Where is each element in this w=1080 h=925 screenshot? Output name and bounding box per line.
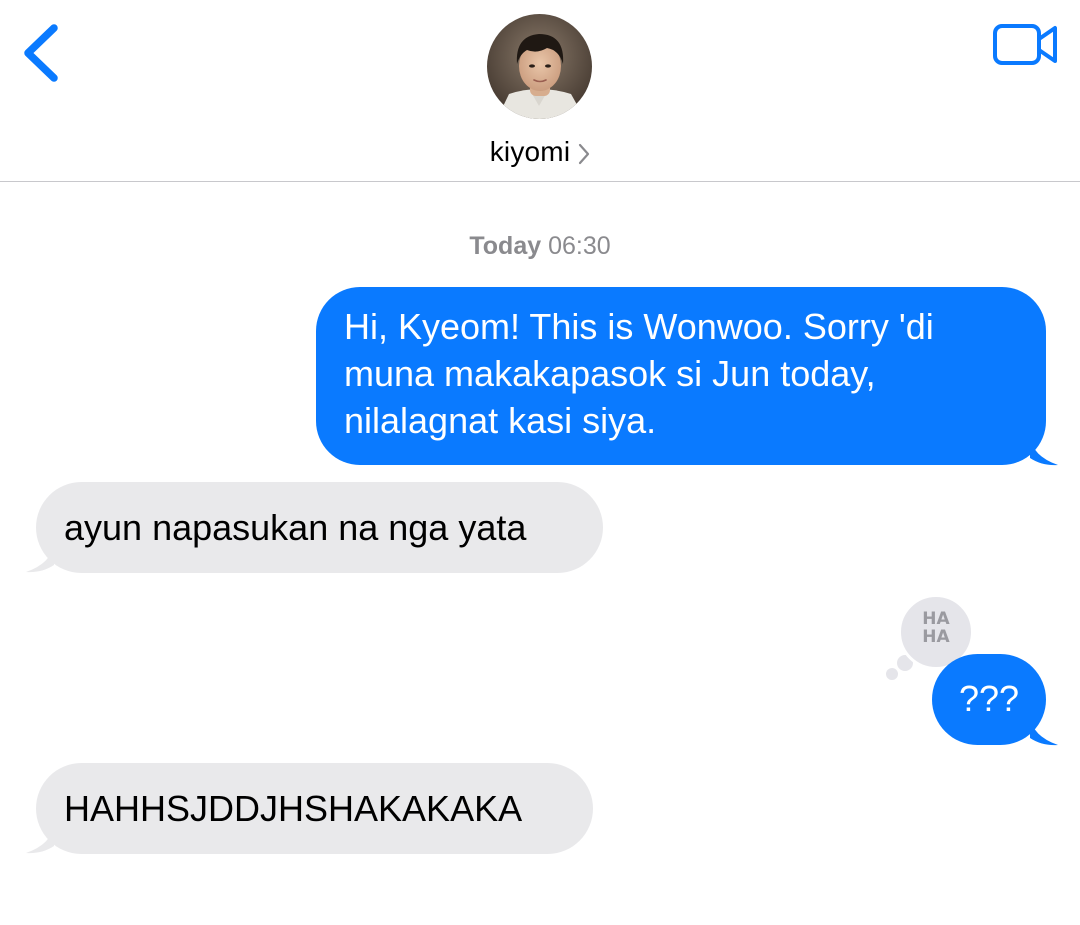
sent-message-bubble[interactable]: ??? <box>932 654 1046 745</box>
haha-label-line1: HA <box>922 609 950 629</box>
contact-details-link[interactable]: kiyomi <box>0 132 1080 172</box>
bubble-tail <box>26 543 54 573</box>
received-message-bubble[interactable]: ayun napasukan na nga yata <box>36 482 603 573</box>
message-text: ayun napasukan na nga yata <box>64 507 527 548</box>
messages-screen: kiyomi Today 06:30 Hi, Kyeom! This is Wo… <box>0 0 1080 925</box>
video-camera-icon <box>993 24 1057 65</box>
bubble-tail <box>1030 716 1058 746</box>
timestamp-day: Today <box>469 232 542 260</box>
conversation-header: kiyomi <box>0 0 1080 182</box>
bubble-tail <box>26 824 54 854</box>
message-text: Hi, Kyeom! This is Wonwoo. Sorry 'di mun… <box>344 306 944 441</box>
haha-label-line2: HA <box>922 627 950 647</box>
bubble-tail <box>1030 436 1058 466</box>
chevron-right-icon <box>579 143 590 164</box>
sent-message-bubble[interactable]: Hi, Kyeom! This is Wonwoo. Sorry 'di mun… <box>316 287 1046 465</box>
haha-icon: HA HA <box>898 610 974 646</box>
received-message-bubble[interactable]: HAHHSJDDJHSHAKAKAKA <box>36 763 593 854</box>
video-call-button[interactable] <box>992 22 1060 68</box>
back-button[interactable] <box>18 22 62 84</box>
timestamp-time: 06:30 <box>548 232 611 260</box>
message-timestamp: Today 06:30 <box>0 232 1080 261</box>
contact-name: kiyomi <box>489 136 571 167</box>
chevron-left-icon <box>24 24 58 82</box>
contact-avatar[interactable] <box>487 14 592 119</box>
message-text: ??? <box>958 678 1020 719</box>
message-text: HAHHSJDDJHSHAKAKAKA <box>64 788 523 829</box>
avatar-photo <box>487 14 592 119</box>
